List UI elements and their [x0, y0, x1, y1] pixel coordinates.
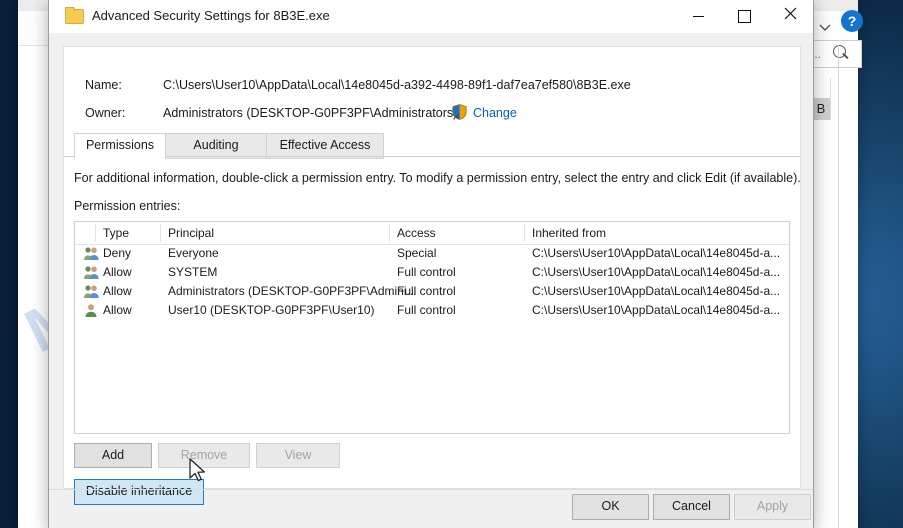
folder-icon [65, 7, 84, 24]
name-value: C:\Users\User10\AppData\Local\14e8045d-a… [163, 78, 631, 92]
cell-inherited-from: C:\Users\User10\AppData\Local\14e8045d-a… [532, 265, 781, 279]
apply-button: Apply [734, 494, 811, 520]
cell-inherited-from: C:\Users\User10\AppData\Local\14e8045d-a… [532, 284, 781, 298]
maximize-icon [737, 10, 751, 24]
remove-button: Remove [158, 443, 250, 468]
minimize-button[interactable] [675, 0, 721, 32]
cell-type: Allow [103, 284, 132, 298]
group-users-icon [83, 265, 99, 280]
column-separator[interactable] [95, 224, 96, 242]
cell-type: Allow [103, 303, 132, 317]
tab-underline [64, 156, 800, 157]
info-text: For additional information, double-click… [74, 171, 801, 185]
maximize-button[interactable] [721, 0, 767, 32]
help-icon[interactable]: ? [841, 10, 863, 32]
cell-principal: Everyone [168, 246, 219, 260]
list-header: Type Principal Access Inherited from [75, 222, 789, 245]
column-separator[interactable] [160, 224, 161, 242]
cell-inherited-from: C:\Users\User10\AppData\Local\14e8045d-a… [532, 303, 781, 317]
add-button[interactable]: Add [74, 443, 152, 468]
cell-access: Full control [397, 284, 456, 298]
cell-type: Deny [103, 246, 132, 260]
cell-principal: SYSTEM [168, 265, 218, 279]
cell-inherited-from: C:\Users\User10\AppData\Local\14e8045d-a… [532, 246, 781, 260]
column-header-inherited-from[interactable]: Inherited from [532, 226, 606, 240]
column-header-access[interactable]: Access [397, 226, 436, 240]
close-icon [784, 7, 796, 20]
cell-principal: User10 (DESKTOP-G0PF3PF\User10) [168, 303, 375, 317]
minimize-icon [692, 16, 704, 18]
uac-shield-icon [452, 104, 467, 120]
name-label: Name: [85, 78, 122, 92]
close-button[interactable] [767, 0, 813, 32]
advanced-security-settings-dialog: Advanced Security Settings for 8B3E.exe … [48, 0, 814, 528]
owner-value: Administrators (DESKTOP-G0PF3PF\Administ… [163, 106, 458, 120]
title-bar: Advanced Security Settings for 8B3E.exe [49, 0, 813, 34]
cell-access: Full control [397, 303, 456, 317]
table-row[interactable]: Allow User10 (DESKTOP-G0PF3PF\User10) Fu… [75, 301, 789, 320]
column-header-type[interactable]: Type [103, 226, 129, 240]
cancel-button[interactable]: Cancel [653, 494, 730, 520]
tab-bar: Permissions Auditing Effective Access [74, 133, 800, 159]
disable-inheritance-button[interactable]: Disable inheritance [74, 479, 204, 505]
background-panel-edge [838, 45, 839, 528]
screen: ? ... B Users For special permissions or… [0, 0, 903, 528]
list-rows: Deny Everyone Special C:\Users\User10\Ap… [75, 244, 789, 320]
table-row[interactable]: Deny Everyone Special C:\Users\User10\Ap… [75, 244, 789, 263]
permission-entries-label: Permission entries: [74, 199, 181, 213]
background-search-input[interactable]: ... [806, 40, 862, 68]
table-row[interactable]: Allow Administrators (DESKTOP-G0PF3PF\Ad… [75, 282, 789, 301]
column-separator[interactable] [389, 224, 390, 242]
content-panel: Name: C:\Users\User10\AppData\Local\14e8… [63, 46, 801, 505]
change-owner-link[interactable]: Change [473, 106, 517, 120]
permission-entries-list[interactable]: Type Principal Access Inherited from Den… [74, 221, 790, 434]
window-title: Advanced Security Settings for 8B3E.exe [92, 8, 330, 23]
cell-principal: Administrators (DESKTOP-G0PF3PF\Admini..… [168, 284, 417, 298]
background-divider [830, 78, 831, 120]
view-button: View [256, 443, 340, 468]
search-icon [833, 45, 846, 58]
table-row[interactable]: Allow SYSTEM Full control C:\Users\User1… [75, 263, 789, 282]
chevron-down-icon[interactable] [818, 20, 832, 34]
cell-type: Allow [103, 265, 132, 279]
ok-button[interactable]: OK [572, 494, 649, 520]
background-b-chip: B [812, 98, 830, 120]
footer-separator [49, 489, 813, 490]
dialog-body: Name: C:\Users\User10\AppData\Local\14e8… [49, 33, 813, 528]
cell-access: Special [397, 246, 437, 260]
group-users-icon [83, 246, 99, 261]
column-separator[interactable] [524, 224, 525, 242]
column-header-principal[interactable]: Principal [168, 226, 214, 240]
tab-permissions[interactable]: Permissions [74, 133, 166, 159]
single-user-icon [83, 303, 99, 318]
group-users-icon [83, 284, 99, 299]
cell-access: Full control [397, 265, 456, 279]
owner-label: Owner: [85, 106, 126, 120]
